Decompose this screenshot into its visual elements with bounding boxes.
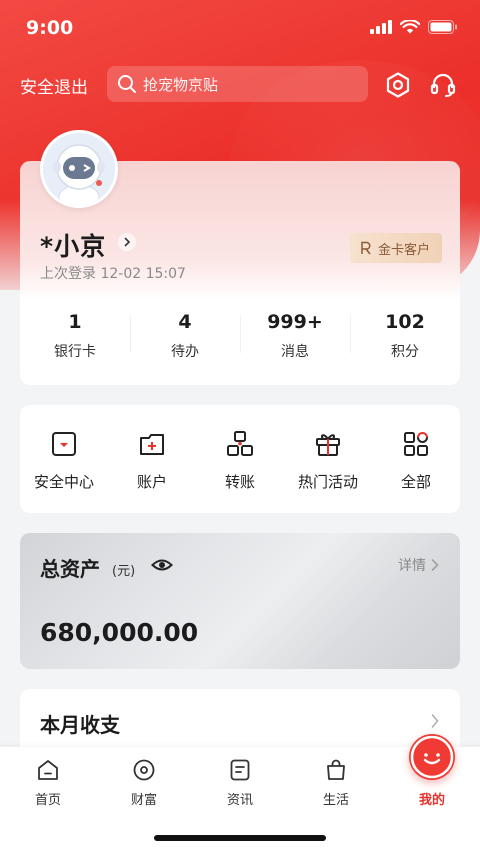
stat-messages[interactable]: 999+ 消息 — [240, 307, 350, 367]
quick-label: 全部 — [400, 473, 431, 491]
tab-home[interactable]: 首页 — [0, 747, 96, 817]
transfer-icon — [225, 429, 255, 459]
quick-security-center[interactable]: 安全中心 — [20, 405, 108, 513]
tab-label: 资讯 — [226, 793, 253, 808]
stat-value: 102 — [385, 311, 425, 333]
tab-label: 生活 — [322, 793, 349, 808]
chevron-right-icon — [431, 559, 439, 571]
search-icon — [118, 75, 136, 93]
chevron-right-icon — [124, 237, 131, 247]
wifi-icon — [400, 20, 420, 34]
quick-label: 转账 — [224, 473, 255, 491]
status-time: 9:00 — [26, 17, 74, 39]
stat-bank-cards[interactable]: 1 银行卡 — [20, 307, 130, 367]
vip-badge-label: 金卡客户 — [377, 242, 430, 258]
tab-label: 我的 — [418, 793, 445, 808]
stat-label: 积分 — [391, 344, 419, 360]
stat-label: 银行卡 — [54, 344, 96, 360]
astronaut-avatar-icon — [43, 133, 115, 205]
asset-unit: (元) — [112, 564, 136, 579]
stat-label: 消息 — [281, 344, 309, 360]
stat-todo[interactable]: 4 待办 — [130, 307, 240, 367]
tab-news[interactable]: 资讯 — [192, 747, 288, 817]
customer-service-button[interactable] — [428, 70, 458, 100]
gift-icon — [313, 429, 343, 459]
asset-title: 总资产 — [40, 557, 100, 581]
last-login: 上次登录 12-02 15:07 — [40, 266, 186, 282]
avatar[interactable] — [40, 130, 118, 208]
top-bar: 安全退出 抢宠物京贴 — [0, 64, 480, 106]
tab-life[interactable]: 生活 — [288, 747, 384, 817]
card-level-icon — [361, 241, 371, 255]
chevron-right-icon — [431, 714, 439, 728]
quick-label: 账户 — [136, 473, 167, 491]
security-center-icon — [49, 429, 79, 459]
search-input[interactable]: 抢宠物京贴 — [107, 66, 368, 102]
settings-icon — [386, 72, 410, 98]
news-icon — [227, 757, 253, 783]
quick-hot-activities[interactable]: 热门活动 — [284, 405, 372, 513]
status-bar: 9:00 — [0, 0, 480, 58]
quick-label: 安全中心 — [33, 473, 94, 491]
all-apps-icon — [401, 429, 431, 459]
headset-icon — [430, 73, 456, 97]
stat-label: 待办 — [171, 344, 199, 360]
quick-all[interactable]: 全部 — [372, 405, 460, 513]
quick-account[interactable]: 账户 — [108, 405, 196, 513]
settings-button[interactable] — [383, 70, 413, 100]
stat-points[interactable]: 102 积分 — [350, 307, 460, 367]
asset-detail-label: 详情 — [398, 558, 426, 574]
home-icon — [35, 757, 61, 783]
logout-button[interactable]: 安全退出 — [20, 73, 88, 98]
quick-transfer[interactable]: 转账 — [196, 405, 284, 513]
search-placeholder: 抢宠物京贴 — [143, 75, 219, 94]
username[interactable]: *小京 — [40, 227, 106, 263]
battery-icon — [428, 20, 457, 34]
total-assets-card[interactable]: 总资产 (元) 详情 680,000.00 — [20, 533, 460, 669]
vip-badge[interactable]: 金卡客户 — [349, 233, 442, 263]
eye-icon[interactable] — [151, 556, 173, 574]
quick-actions: 安全中心 账户 转账 热门活动 全部 — [20, 405, 460, 513]
tab-bar: 首页 财富 资讯 生活 我的 — [0, 734, 480, 853]
stat-value: 4 — [178, 311, 192, 333]
asset-amount: 680,000.00 — [40, 618, 199, 647]
wealth-icon — [131, 757, 157, 783]
home-indicator — [154, 835, 326, 841]
mine-icon[interactable] — [409, 734, 455, 780]
asset-detail-link[interactable]: 详情 — [398, 555, 440, 575]
shopping-bag-icon — [323, 757, 349, 783]
quick-label: 热门活动 — [297, 473, 358, 491]
tab-label: 财富 — [130, 793, 157, 808]
stat-value: 999+ — [267, 311, 323, 333]
signal-icon — [370, 20, 392, 34]
stat-value: 1 — [68, 311, 82, 333]
tab-label: 首页 — [34, 793, 61, 808]
profile-detail-button[interactable] — [118, 233, 136, 251]
profile-stats: 1 银行卡 4 待办 999+ 消息 102 积分 — [20, 307, 460, 367]
status-icons — [370, 20, 458, 34]
tab-wealth[interactable]: 财富 — [96, 747, 192, 817]
monthly-title: 本月收支 — [40, 713, 120, 737]
account-icon — [137, 429, 167, 459]
